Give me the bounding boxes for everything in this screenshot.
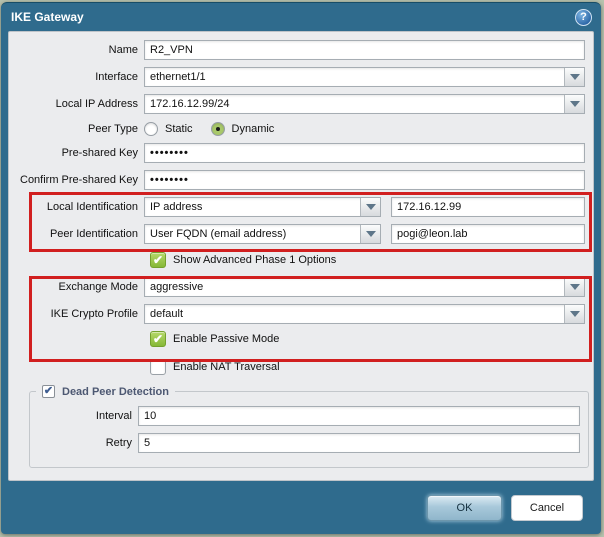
peer-identification-row: Peer Identification User FQDN (email add…	[9, 224, 593, 244]
local-ip-value: 172.16.12.99/24	[150, 98, 230, 110]
local-identification-type-select[interactable]: IP address	[144, 197, 381, 217]
local-ip-select[interactable]: 172.16.12.99/24	[144, 94, 585, 114]
enable-nat-traversal-row: Enable NAT Traversal	[150, 359, 593, 375]
confirm-preshared-key-row: Confirm Pre-shared Key ••••••••	[9, 170, 593, 190]
local-identification-dropdown-button[interactable]	[360, 198, 380, 216]
chevron-down-icon	[569, 311, 580, 317]
enable-passive-mode-checkbox[interactable]: ✔	[150, 331, 166, 347]
chevron-down-icon	[365, 204, 376, 210]
local-identification-type-value: IP address	[150, 201, 203, 213]
peer-identification-type-select[interactable]: User FQDN (email address)	[144, 224, 381, 244]
show-advanced-row: ✔ Show Advanced Phase 1 Options	[150, 252, 593, 268]
retry-row: Retry 5	[30, 433, 580, 453]
chevron-down-icon	[569, 284, 580, 290]
interval-row: Interval 10	[30, 406, 580, 426]
confirm-preshared-key-label: Confirm Pre-shared Key	[20, 174, 138, 186]
confirm-preshared-key-input[interactable]: ••••••••	[144, 170, 585, 190]
peer-type-static-radio[interactable]	[144, 122, 158, 136]
exchange-mode-dropdown-button[interactable]	[564, 278, 584, 296]
ike-gateway-dialog: IKE Gateway ? Name R2_VPN Interface ethe…	[1, 2, 601, 534]
peer-type-static-label: Static	[165, 123, 193, 135]
chevron-down-icon	[569, 101, 580, 107]
preshared-key-row: Pre-shared Key ••••••••	[9, 143, 593, 163]
exchange-mode-value: aggressive	[150, 281, 204, 293]
ike-crypto-profile-row: IKE Crypto Profile default	[9, 304, 593, 324]
chevron-down-icon	[365, 231, 376, 237]
interval-label: Interval	[95, 410, 132, 422]
local-identification-label: Local Identification	[46, 201, 138, 213]
show-advanced-checkbox[interactable]: ✔	[150, 252, 166, 268]
peer-identification-label: Peer Identification	[49, 228, 138, 240]
dead-peer-detection-checkbox[interactable]: ✔	[42, 385, 55, 398]
name-row: Name R2_VPN	[9, 40, 593, 60]
local-identification-value-input[interactable]: 172.16.12.99	[391, 197, 585, 217]
preshared-key-input[interactable]: ••••••••	[144, 143, 585, 163]
interface-dropdown-button[interactable]	[564, 68, 584, 86]
dialog-title: IKE Gateway	[11, 10, 84, 24]
peer-type-dynamic-radio[interactable]	[210, 122, 225, 136]
dialog-body: Name R2_VPN Interface ethernet1/1 Local …	[8, 31, 594, 481]
preshared-key-label: Pre-shared Key	[61, 147, 138, 159]
local-ip-label: Local IP Address	[55, 98, 138, 110]
peer-identification-value-input[interactable]: pogi@leon.lab	[391, 224, 585, 244]
local-identification-row: Local Identification IP address 172.16.1…	[9, 197, 593, 217]
peer-type-row: Peer Type Static Dynamic	[9, 121, 593, 137]
enable-nat-traversal-checkbox[interactable]	[150, 359, 166, 375]
name-input[interactable]: R2_VPN	[144, 40, 585, 60]
name-label: Name	[108, 44, 138, 56]
exchange-mode-label: Exchange Mode	[58, 281, 139, 293]
enable-passive-mode-label: Enable Passive Mode	[173, 333, 280, 345]
retry-label: Retry	[105, 437, 132, 449]
exchange-mode-row: Exchange Mode aggressive	[9, 277, 593, 297]
dead-peer-detection-group: ✔ Dead Peer Detection Interval 10 Retry …	[29, 385, 589, 468]
ike-crypto-profile-dropdown-button[interactable]	[564, 305, 584, 323]
peer-type-dynamic-label: Dynamic	[231, 123, 275, 135]
peer-type-label: Peer Type	[88, 123, 138, 135]
dialog-footer: OK Cancel	[1, 482, 601, 534]
ok-button[interactable]: OK	[427, 495, 502, 521]
local-ip-dropdown-button[interactable]	[564, 95, 584, 113]
enable-passive-mode-row: ✔ Enable Passive Mode	[150, 331, 593, 347]
chevron-down-icon	[569, 74, 580, 80]
exchange-mode-select[interactable]: aggressive	[144, 277, 585, 297]
peer-identification-dropdown-button[interactable]	[360, 225, 380, 243]
ike-crypto-profile-label: IKE Crypto Profile	[50, 308, 138, 320]
interface-select[interactable]: ethernet1/1	[144, 67, 585, 87]
retry-input[interactable]: 5	[138, 433, 580, 453]
dead-peer-detection-legend: ✔ Dead Peer Detection	[36, 385, 175, 398]
dead-peer-detection-label: Dead Peer Detection	[62, 385, 169, 398]
show-advanced-label: Show Advanced Phase 1 Options	[173, 254, 337, 266]
peer-identification-type-value: User FQDN (email address)	[150, 228, 287, 240]
interface-value: ethernet1/1	[150, 71, 206, 83]
interface-label: Interface	[95, 71, 138, 83]
dialog-titlebar: IKE Gateway ?	[1, 3, 601, 31]
interface-row: Interface ethernet1/1	[9, 67, 593, 87]
help-icon[interactable]: ?	[575, 8, 592, 26]
ike-crypto-profile-select[interactable]: default	[144, 304, 585, 324]
cancel-button[interactable]: Cancel	[511, 495, 583, 521]
enable-nat-traversal-label: Enable NAT Traversal	[173, 361, 280, 373]
interval-input[interactable]: 10	[138, 406, 580, 426]
ike-crypto-profile-value: default	[150, 308, 184, 320]
local-ip-row: Local IP Address 172.16.12.99/24	[9, 94, 593, 114]
